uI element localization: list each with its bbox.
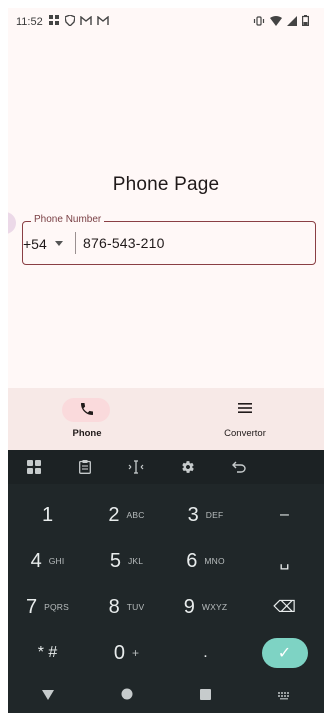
- key-3[interactable]: 3 DEF: [166, 492, 245, 538]
- key-label: –: [280, 506, 289, 523]
- nav-item-phone[interactable]: Phone: [8, 388, 166, 450]
- phone-number-field[interactable]: Phone Number +54: [22, 214, 316, 265]
- grid-notification-icon: [48, 15, 60, 29]
- phone-number-input[interactable]: [83, 235, 303, 251]
- backspace-icon: ⌫: [273, 599, 296, 616]
- key-label: 3: [187, 503, 199, 526]
- key-2[interactable]: 2 ABC: [87, 492, 166, 538]
- status-time: 11:52: [16, 16, 43, 28]
- key-letters: PQRS: [44, 602, 69, 612]
- cursor-icon[interactable]: [120, 457, 152, 477]
- key-label: 5: [109, 549, 121, 572]
- key-6[interactable]: 6 MNO: [166, 538, 245, 584]
- side-handle[interactable]: [8, 212, 16, 234]
- check-icon: ✓: [261, 638, 308, 668]
- key-label: 7: [25, 595, 38, 618]
- key-label: 2: [108, 503, 120, 526]
- page-title: Phone Page: [112, 174, 220, 195]
- space-key[interactable]: ␣: [245, 538, 324, 584]
- key-row: 1 2 ABC 3 DEF –: [8, 492, 324, 538]
- nav-label-phone: Phone: [72, 428, 102, 439]
- space-icon: ␣: [279, 553, 290, 570]
- menu-icon: [166, 401, 324, 419]
- clipboard-icon[interactable]: [69, 457, 101, 477]
- nav-item-convertor[interactable]: Convertor: [166, 388, 324, 450]
- key-star-hash[interactable]: * #: [8, 630, 87, 676]
- key-letters: ABC: [126, 510, 145, 520]
- status-bar: 11:52: [8, 8, 324, 36]
- keyboard-switch-icon[interactable]: [278, 687, 290, 705]
- keypad: 1 2 ABC 3 DEF – 4 GHI 5 JKL 6 MNO ␣ 7 PQRS 8 TU…: [8, 492, 324, 676]
- vibrate-icon: [253, 15, 265, 29]
- key-row: 7 PQRS 8 TUV 9 WXYZ ⌫: [8, 584, 324, 630]
- key-0[interactable]: 0 +: [87, 630, 166, 676]
- app-screen: 11:52 Phone Page Phone Number +54 876-54…: [8, 8, 324, 713]
- bottom-navigation: Phone Convertor: [8, 388, 324, 450]
- apps-icon[interactable]: [18, 457, 50, 477]
- undo-icon[interactable]: [223, 457, 255, 477]
- key-letters: WXYZ: [201, 602, 228, 612]
- settings-icon[interactable]: [172, 457, 204, 477]
- key-1[interactable]: 1: [8, 492, 87, 538]
- key-label: 9: [183, 595, 195, 618]
- nav-label-convertor: Convertor: [224, 428, 266, 439]
- key-label: * #: [37, 644, 58, 661]
- key-letters: DEF: [205, 510, 224, 520]
- key-label: .: [203, 644, 208, 661]
- key-minus[interactable]: –: [245, 492, 324, 538]
- done-key[interactable]: ✓: [245, 630, 324, 676]
- country-code-selector[interactable]: +54: [23, 236, 47, 252]
- gmail-icon: [97, 15, 109, 29]
- signal-icon: [287, 15, 297, 29]
- phone-number-label: Phone Number: [31, 214, 105, 225]
- key-row: * # 0 + . ✓: [8, 630, 324, 676]
- keyboard-toolbar: [8, 450, 324, 484]
- chevron-down-icon[interactable]: [55, 241, 63, 246]
- back-icon[interactable]: [41, 687, 54, 705]
- system-navigation: [8, 678, 324, 713]
- key-9[interactable]: 9 WXYZ: [166, 584, 245, 630]
- gmail-icon: [80, 15, 92, 29]
- key-letters: MNO: [204, 556, 225, 566]
- key-letters: JKL: [127, 556, 144, 566]
- backspace-key[interactable]: ⌫: [245, 584, 324, 630]
- key-8[interactable]: 8 TUV: [87, 584, 166, 630]
- key-label: 4: [30, 549, 42, 572]
- battery-icon: [302, 15, 310, 29]
- check-label: ✓: [277, 645, 292, 662]
- key-letters: +: [131, 646, 140, 660]
- key-label: 8: [108, 595, 120, 618]
- key-period[interactable]: .: [166, 630, 245, 676]
- key-letters: TUV: [126, 602, 145, 612]
- key-4[interactable]: 4 GHI: [8, 538, 87, 584]
- numeric-keyboard: 1 2 ABC 3 DEF – 4 GHI 5 JKL 6 MNO ␣ 7 PQRS 8 TU…: [8, 450, 324, 713]
- recents-icon[interactable]: [200, 687, 212, 705]
- key-label: 1: [41, 503, 54, 526]
- key-label: 6: [186, 549, 198, 572]
- home-icon[interactable]: [121, 687, 133, 705]
- key-letters: GHI: [48, 556, 65, 566]
- phone-icon: [8, 401, 166, 419]
- key-7[interactable]: 7 PQRS: [8, 584, 87, 630]
- wifi-icon: [270, 15, 282, 29]
- key-row: 4 GHI 5 JKL 6 MNO ␣: [8, 538, 324, 584]
- key-label: 0: [113, 641, 125, 664]
- key-5[interactable]: 5 JKL: [87, 538, 166, 584]
- field-divider: [75, 232, 76, 254]
- shield-icon: [63, 14, 76, 29]
